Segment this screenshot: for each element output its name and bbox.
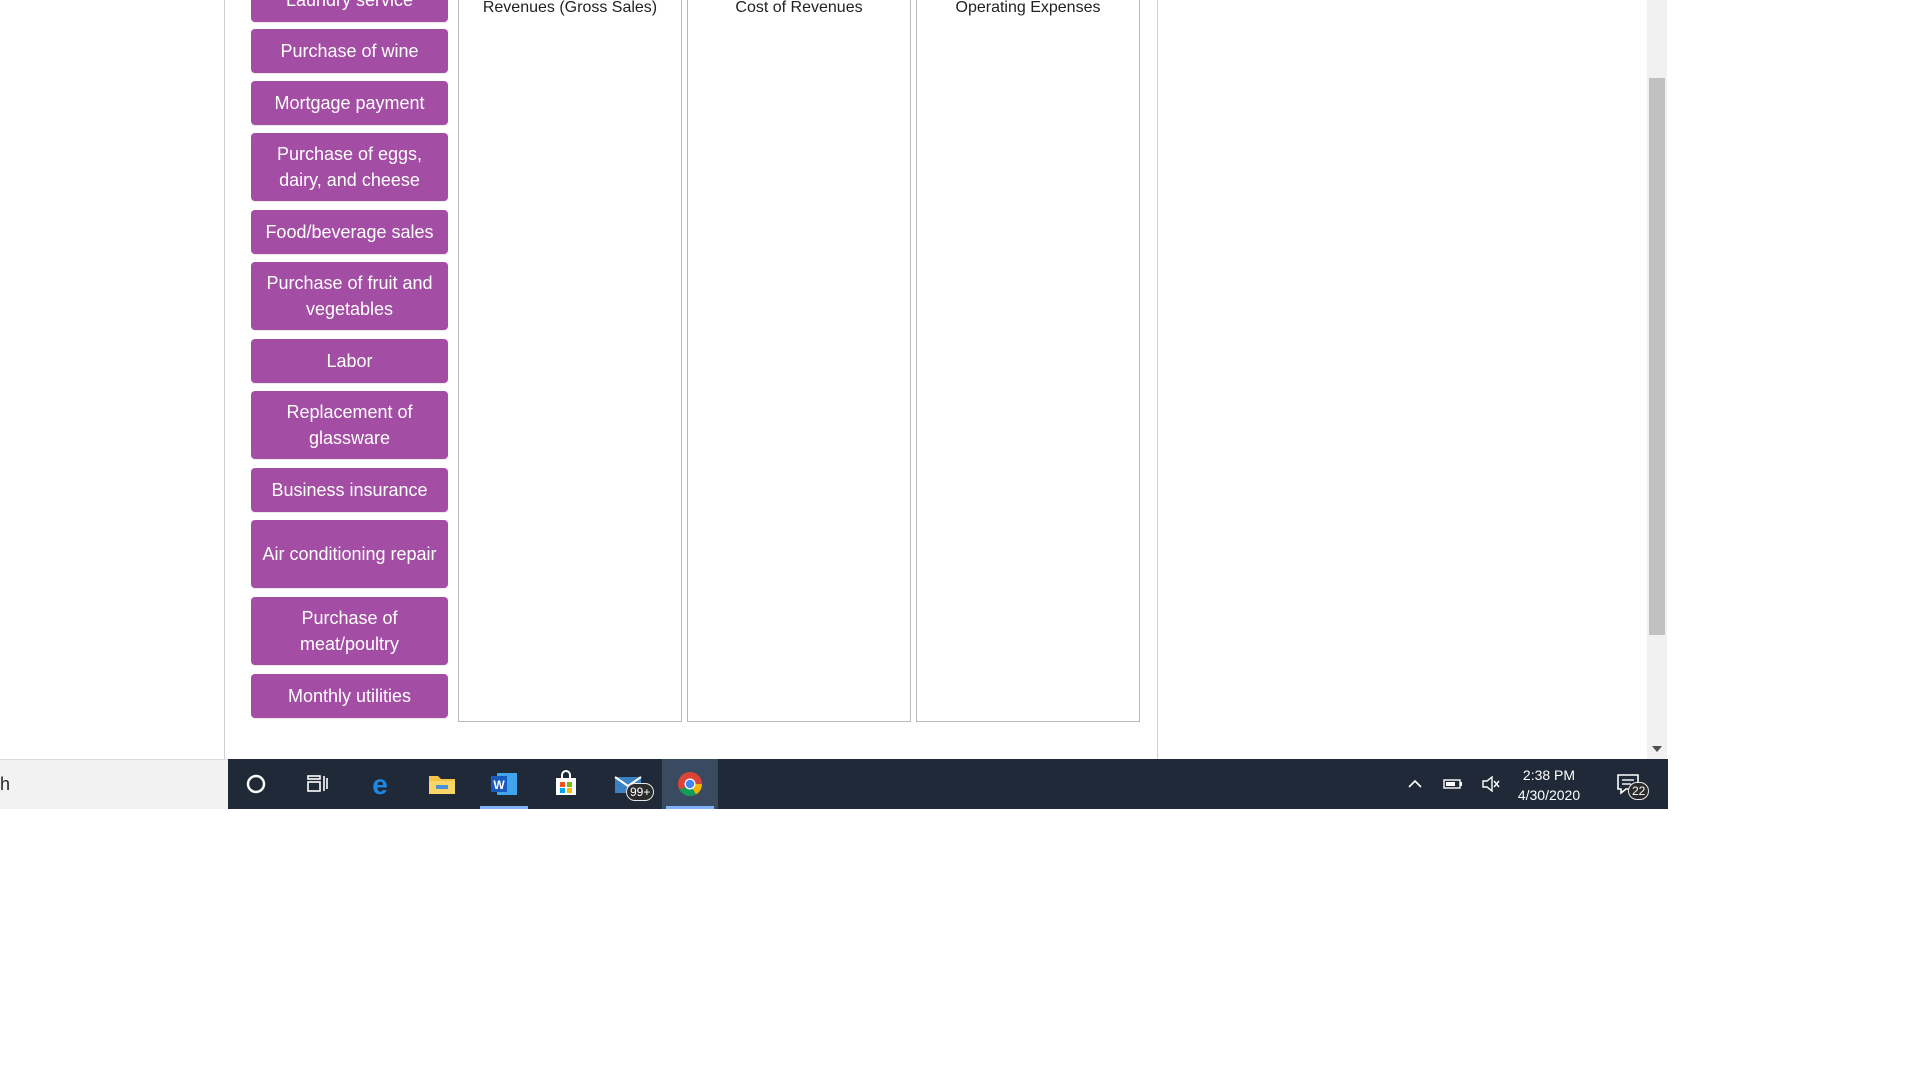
word-icon: W bbox=[491, 773, 517, 795]
drag-item-purchase-of-eggs-dairy-cheese[interactable]: Purchase of eggs, dairy, and cheese bbox=[251, 133, 448, 201]
drag-item-purchase-of-fruit-and-vegetables[interactable]: Purchase of fruit and vegetables bbox=[251, 262, 448, 330]
mail-badge: 99+ bbox=[626, 783, 655, 801]
scrollbar-thumb[interactable] bbox=[1649, 78, 1665, 635]
cortana-icon bbox=[246, 774, 266, 794]
edge-button[interactable]: e bbox=[352, 759, 408, 809]
bin-title-cost-of-revenues: Cost of Revenues bbox=[735, 0, 863, 16]
battery-button[interactable] bbox=[1438, 759, 1468, 809]
store-icon bbox=[556, 770, 576, 795]
mail-button[interactable]: 99+ bbox=[600, 759, 656, 809]
file-explorer-button[interactable] bbox=[414, 759, 470, 809]
notifications-badge: 22 bbox=[1628, 782, 1650, 800]
file-explorer-icon bbox=[429, 776, 455, 794]
task-view-icon bbox=[307, 775, 328, 792]
scroll-down-arrow-icon[interactable] bbox=[1652, 746, 1662, 752]
bin-revenues[interactable]: Revenues (Gross Sales) bbox=[458, 0, 682, 722]
clock[interactable]: 2:38 PM 4/30/2020 bbox=[1508, 765, 1590, 805]
chrome-icon bbox=[678, 772, 702, 797]
volume-button[interactable] bbox=[1476, 759, 1506, 809]
action-center-button[interactable]: 22 bbox=[1608, 759, 1650, 809]
page-left-border bbox=[224, 0, 225, 759]
drag-item-air-conditioning-repair[interactable]: Air conditioning repair bbox=[251, 520, 448, 588]
word-button[interactable]: W bbox=[476, 759, 532, 809]
taskbar-search-input[interactable]: h bbox=[0, 759, 228, 809]
page-right-border bbox=[1157, 0, 1158, 759]
task-view-button[interactable] bbox=[290, 759, 346, 809]
clock-time: 2:38 PM bbox=[1522, 767, 1576, 783]
store-button[interactable] bbox=[538, 759, 594, 809]
search-text: h bbox=[0, 774, 11, 794]
show-hidden-icons-button[interactable] bbox=[1400, 759, 1430, 809]
taskbar: e W 99+ 2:38 PM 4/30/2020 22 bbox=[228, 759, 1668, 809]
bin-operating-expenses[interactable]: Operating Expenses bbox=[916, 0, 1140, 722]
drag-item-monthly-utilities[interactable]: Monthly utilities bbox=[251, 674, 448, 718]
battery-icon bbox=[1443, 779, 1462, 789]
bin-title-operating-expenses: Operating Expenses bbox=[955, 0, 1101, 16]
drag-item-purchase-of-wine[interactable]: Purchase of wine bbox=[251, 29, 448, 73]
volume-muted-icon bbox=[1482, 776, 1500, 792]
drag-item-labor[interactable]: Labor bbox=[251, 339, 448, 383]
bin-cost-of-revenues[interactable]: Cost of Revenues bbox=[687, 0, 911, 722]
drag-item-replacement-of-glassware[interactable]: Replacement of glassware bbox=[251, 391, 448, 459]
clock-date: 4/30/2020 bbox=[1517, 787, 1581, 803]
drag-item-mortgage-payment[interactable]: Mortgage payment bbox=[251, 81, 448, 125]
drag-item-purchase-of-meat-poultry[interactable]: Purchase of meat/poultry bbox=[251, 597, 448, 665]
drag-item-food-beverage-sales[interactable]: Food/beverage sales bbox=[251, 210, 448, 254]
edge-icon: e bbox=[372, 770, 388, 798]
chrome-button[interactable] bbox=[662, 759, 718, 809]
svg-text:e: e bbox=[372, 770, 388, 798]
svg-text:W: W bbox=[493, 778, 505, 792]
cortana-button[interactable] bbox=[228, 759, 284, 809]
bin-title-revenues: Revenues (Gross Sales) bbox=[482, 0, 658, 16]
drag-item-business-insurance[interactable]: Business insurance bbox=[251, 468, 448, 512]
chevron-up-icon bbox=[1408, 779, 1422, 788]
drag-item-laundry-service[interactable]: Laundry service bbox=[251, 0, 448, 22]
screen: Laundry service Purchase of wine Mortgag… bbox=[0, 0, 1668, 809]
